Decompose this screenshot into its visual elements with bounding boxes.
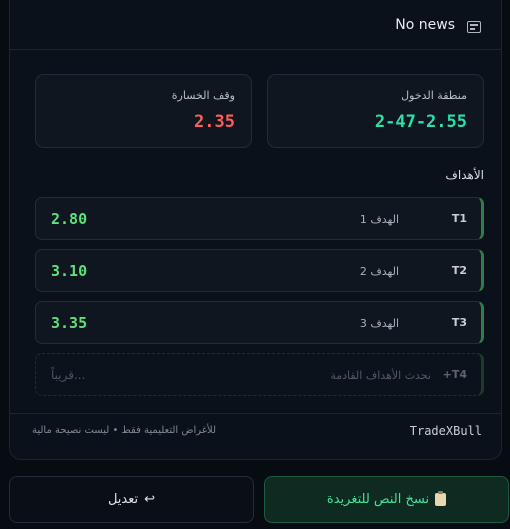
target-upcoming-name: نحدث الأهداف القادمة <box>330 369 431 382</box>
target-upcoming-value: قريباً... <box>51 368 86 382</box>
target-row-upcoming: قريباً... نحدث الأهداف القادمة +T4 <box>35 353 484 396</box>
disclaimer-text: للأغراض التعليمية فقط • ليست نصيحة مالية <box>32 425 217 436</box>
stop-loss-label: وقف الخسارة <box>171 89 235 102</box>
stop-loss-box: وقف الخسارة 2.35 <box>35 74 252 148</box>
copy-tweet-button[interactable]: نسخ النص للتغريدة <box>264 476 509 523</box>
target-value: 3.10 <box>51 262 88 280</box>
target-code: T1 <box>451 212 467 225</box>
target-name: الهدف 2 <box>359 265 399 278</box>
entry-zone-box: منطقة الدخول 2-47-2.55 <box>267 74 484 148</box>
clipboard-icon <box>435 491 447 506</box>
return-arrow-icon: ↩ <box>144 492 156 507</box>
target-code: T2 <box>451 264 467 277</box>
target-code: T3 <box>451 316 467 329</box>
news-status: No news <box>395 17 455 33</box>
entry-zone-value: 2-47-2.55 <box>374 112 467 132</box>
entry-zone-label: منطقة الدخول <box>401 89 467 102</box>
newspaper-icon <box>467 21 481 33</box>
card-footer: للأغراض التعليمية فقط • ليست نصيحة مالية… <box>10 413 501 461</box>
target-row: 3.35 الهدف 3 T3 <box>35 301 484 344</box>
signal-card: No news منطقة الدخول 2-47-2.55 وقف الخسا… <box>9 0 502 460</box>
edit-button-label: تعديل <box>107 492 139 507</box>
brand-name: TradeXBull <box>409 424 482 438</box>
copy-button-label: نسخ النص للتغريدة <box>326 492 430 507</box>
targets-title: الأهداف <box>445 168 484 182</box>
edit-button[interactable]: تعديل ↩ <box>9 476 254 523</box>
target-name: الهدف 3 <box>359 317 399 330</box>
news-header: No news <box>10 1 501 50</box>
target-row: 3.10 الهدف 2 T2 <box>35 249 484 292</box>
target-name: الهدف 1 <box>359 213 399 226</box>
target-row: 2.80 الهدف 1 T1 <box>35 197 484 240</box>
stop-loss-value: 2.35 <box>194 112 235 132</box>
target-upcoming-code: +T4 <box>442 368 467 381</box>
target-value: 3.35 <box>51 314 88 332</box>
target-value: 2.80 <box>51 210 88 228</box>
